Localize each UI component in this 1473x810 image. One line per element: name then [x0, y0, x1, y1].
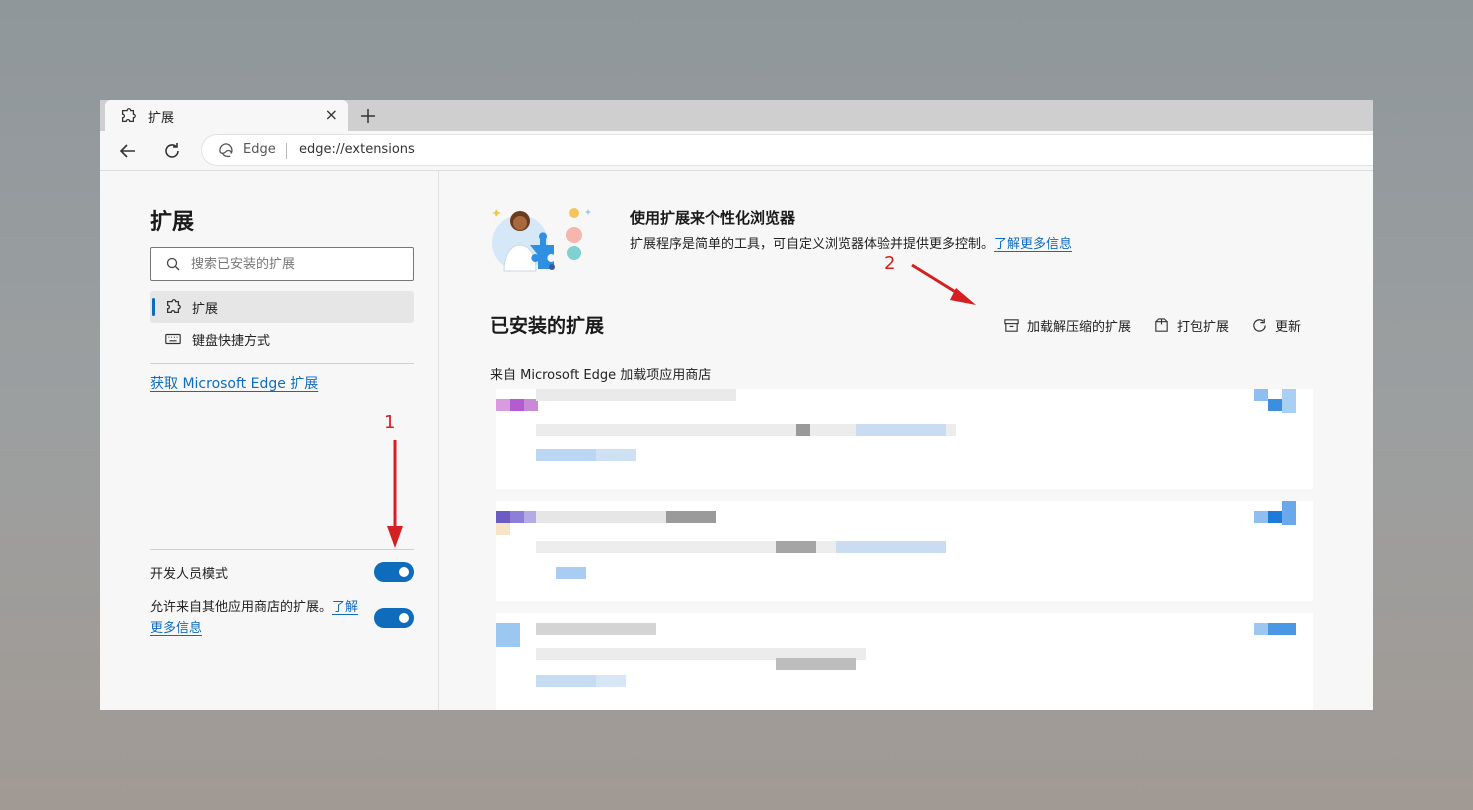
action-label: 加载解压缩的扩展 — [1026, 319, 1131, 335]
pack-icon — [1155, 317, 1168, 332]
sidebar-item-label: 键盘快捷方式 — [192, 334, 271, 349]
action-label: 打包扩展 — [1176, 319, 1229, 335]
extension-id-blur — [536, 449, 596, 461]
search-input[interactable] — [191, 253, 401, 275]
hero-title: 使用扩展来个性化浏览器 — [630, 209, 796, 227]
allow-other-stores-toggle[interactable] — [374, 608, 414, 628]
sidebar-item-label: 扩展 — [192, 302, 219, 317]
developer-mode-toggle[interactable] — [374, 562, 414, 582]
url-text[interactable]: edge://extensions — [299, 142, 415, 157]
learn-more-link[interactable]: 了解更多信息 — [994, 237, 1072, 252]
load-unpacked-icon — [1004, 318, 1019, 332]
close-icon[interactable]: × — [325, 106, 338, 124]
extension-icon-blur — [496, 399, 510, 411]
extension-card[interactable] — [496, 613, 1313, 710]
update-button[interactable]: 更新 — [1251, 313, 1301, 337]
allow-other-stores-row: 允许来自其他应用商店的扩展。了解更多信息 — [150, 597, 414, 641]
actions-bar: 加载解压缩的扩展 打包扩展 更新 — [1003, 313, 1301, 337]
extension-description-blur — [836, 541, 946, 553]
toggle-blur — [1282, 501, 1296, 525]
extension-name-blur — [536, 623, 656, 635]
developer-mode-label: 开发人员模式 — [150, 567, 229, 582]
toggle-blur — [1268, 399, 1282, 411]
extension-description-blur — [776, 658, 856, 670]
source-label: 来自 Microsoft Edge 加载项应用商店 — [490, 368, 712, 383]
allow-other-stores-label: 允许来自其他应用商店的扩展。 — [150, 600, 333, 615]
pack-extension-button[interactable]: 打包扩展 — [1153, 313, 1229, 337]
edge-logo-icon — [219, 143, 233, 158]
extension-name-blur — [536, 389, 736, 401]
page-title: 扩展 — [150, 210, 195, 235]
site-label: Edge — [243, 142, 276, 157]
developer-mode-row: 开发人员模式 — [150, 561, 414, 591]
installed-extensions-title: 已安装的扩展 — [490, 315, 605, 337]
toggle-blur — [1254, 511, 1268, 523]
sidebar: 扩展 扩展 键盘快捷方式 — [100, 171, 439, 710]
extensions-list — [496, 389, 1313, 710]
tab-title: 扩展 — [148, 111, 175, 126]
extension-icon-blur — [510, 511, 524, 523]
extension-description-blur — [856, 424, 946, 436]
toggle-blur — [1282, 389, 1296, 413]
search-box[interactable] — [150, 247, 414, 281]
sidebar-item-extensions[interactable]: 扩展 — [150, 291, 414, 323]
get-extensions-link[interactable]: 获取 Microsoft Edge 扩展 — [150, 373, 318, 393]
back-arrow-icon[interactable] — [117, 140, 139, 162]
divider — [150, 363, 414, 364]
action-label: 更新 — [1274, 319, 1301, 335]
extension-description-blur — [776, 541, 816, 553]
page-content: 扩展 扩展 键盘快捷方式 — [100, 171, 1373, 710]
puzzle-icon — [121, 108, 136, 123]
tab-extensions[interactable]: 扩展 × — [105, 100, 348, 131]
extension-card[interactable] — [496, 501, 1313, 601]
annotation-number: 1 — [384, 412, 396, 433]
extension-icon-blur — [496, 523, 510, 535]
address-bar[interactable]: Edge edge://extensions — [201, 134, 1373, 166]
extension-id-blur — [596, 449, 636, 461]
toolbar: Edge edge://extensions — [100, 131, 1373, 171]
hero-description-text: 扩展程序是简单的工具，可自定义浏览器体验并提供更多控制。 — [630, 237, 995, 252]
sidebar-item-keyboard-shortcuts[interactable]: 键盘快捷方式 — [150, 323, 414, 355]
active-indicator — [152, 298, 155, 316]
toggle-blur — [1254, 389, 1268, 401]
tab-strip: 扩展 × — [100, 100, 1373, 131]
extension-name-blur — [666, 511, 716, 523]
extension-id-blur — [556, 567, 586, 579]
toggle-knob — [399, 567, 409, 577]
browser-window: 扩展 × Edge edge://extensions 扩展 搜索已安装的扩展 … — [100, 100, 1373, 710]
load-unpacked-button[interactable]: 加载解压缩的扩展 — [1003, 313, 1131, 337]
extensions-illustration — [492, 208, 591, 272]
toggle-blur — [1268, 511, 1282, 523]
search-icon — [166, 257, 180, 271]
allow-other-stores-text: 允许来自其他应用商店的扩展。了解更多信息 — [150, 597, 365, 639]
hero-description: 扩展程序是简单的工具，可自定义浏览器体验并提供更多控制。了解更多信息 — [630, 233, 1072, 252]
extension-description-blur — [796, 424, 810, 436]
extension-id-blur — [536, 675, 596, 687]
extension-icon-blur — [496, 511, 510, 523]
puzzle-icon — [166, 299, 181, 314]
toggle-blur — [1268, 623, 1296, 635]
extension-icon-blur — [496, 623, 520, 647]
reload-icon[interactable] — [161, 140, 183, 162]
plus-icon[interactable] — [356, 104, 380, 128]
main-panel: 使用扩展来个性化浏览器 扩展程序是简单的工具，可自定义浏览器体验并提供更多控制。… — [440, 171, 1373, 710]
toggle-knob — [399, 613, 409, 623]
omnibox-separator — [286, 143, 287, 159]
keyboard-icon — [165, 333, 181, 345]
annotation-number: 2 — [884, 253, 896, 274]
extension-icon-blur — [510, 399, 524, 411]
extension-id-blur — [596, 675, 626, 687]
extension-card[interactable] — [496, 389, 1313, 489]
toggle-blur — [1254, 623, 1268, 635]
refresh-icon — [1253, 318, 1266, 332]
divider — [150, 549, 414, 550]
